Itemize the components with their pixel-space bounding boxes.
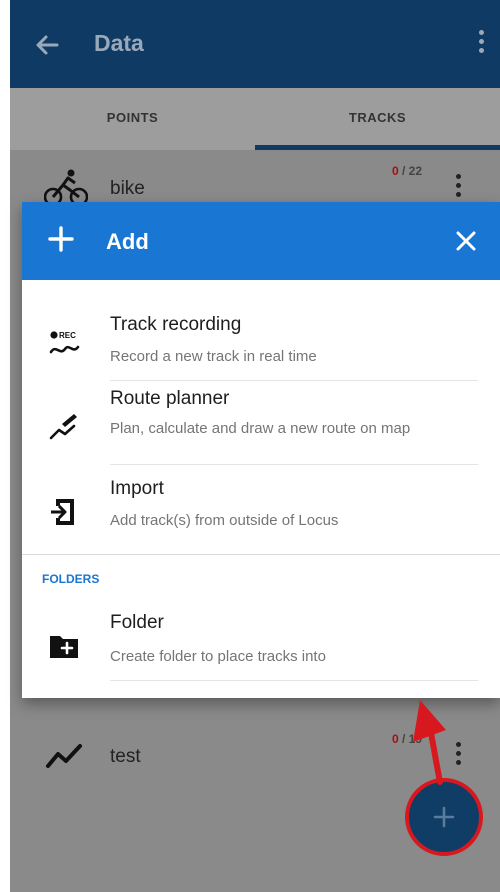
menu-item-title: Import: [110, 478, 164, 499]
menu-item-import[interactable]: Import Add track(s) from outside of Locu…: [22, 466, 500, 554]
section-label-folders: FOLDERS: [42, 572, 100, 586]
track-recording-icon: REC: [49, 331, 80, 354]
more-vert-icon[interactable]: [454, 174, 462, 204]
create-folder-icon: [50, 636, 78, 658]
divider: [110, 380, 478, 381]
arrow-back-icon[interactable]: [32, 30, 62, 60]
menu-item-subtitle: Plan, calculate and draw a new route on …: [110, 420, 411, 437]
import-icon: [51, 499, 74, 525]
close-icon[interactable]: [455, 230, 477, 252]
track-line-icon: [46, 744, 82, 768]
add-dialog: Add REC Track recording Record a new tra…: [22, 202, 500, 698]
app-bar: Data: [10, 0, 500, 88]
menu-item-title: Folder: [110, 612, 164, 633]
svg-text:REC: REC: [59, 331, 76, 340]
section-divider: [22, 554, 500, 555]
menu-item-subtitle: Record a new track in real time: [110, 348, 317, 365]
tab-points[interactable]: POINTS: [10, 88, 255, 150]
menu-item-track-recording[interactable]: REC Track recording Record a new track i…: [22, 300, 500, 382]
menu-item-subtitle: Add track(s) from outside of Locus: [110, 512, 339, 529]
track-count: 0 / 19: [391, 732, 422, 746]
dialog-title: Add: [106, 229, 149, 254]
add-fab-button[interactable]: [405, 778, 483, 856]
menu-item-folder[interactable]: Folder Create folder to place tracks int…: [22, 596, 500, 682]
plus-icon: [48, 226, 74, 252]
track-name: bike: [110, 178, 145, 199]
route-planner-icon: [49, 414, 77, 440]
menu-item-title: Track recording: [110, 314, 242, 335]
tab-bar: POINTS TRACKS: [10, 88, 500, 150]
track-name: test: [110, 746, 141, 767]
menu-item-title: Route planner: [110, 388, 230, 409]
plus-icon: [433, 806, 455, 828]
more-vert-icon[interactable]: [476, 30, 486, 60]
tab-tracks[interactable]: TRACKS: [255, 88, 500, 150]
dialog-header: Add: [22, 202, 500, 280]
more-vert-icon[interactable]: [454, 742, 462, 772]
menu-item-route-planner[interactable]: Route planner Plan, calculate and draw a…: [22, 382, 500, 466]
menu-item-subtitle: Create folder to place tracks into: [110, 648, 326, 665]
page-title: Data: [94, 30, 144, 56]
divider: [110, 680, 478, 681]
divider: [110, 464, 478, 465]
track-count: 0 / 22: [391, 164, 422, 178]
